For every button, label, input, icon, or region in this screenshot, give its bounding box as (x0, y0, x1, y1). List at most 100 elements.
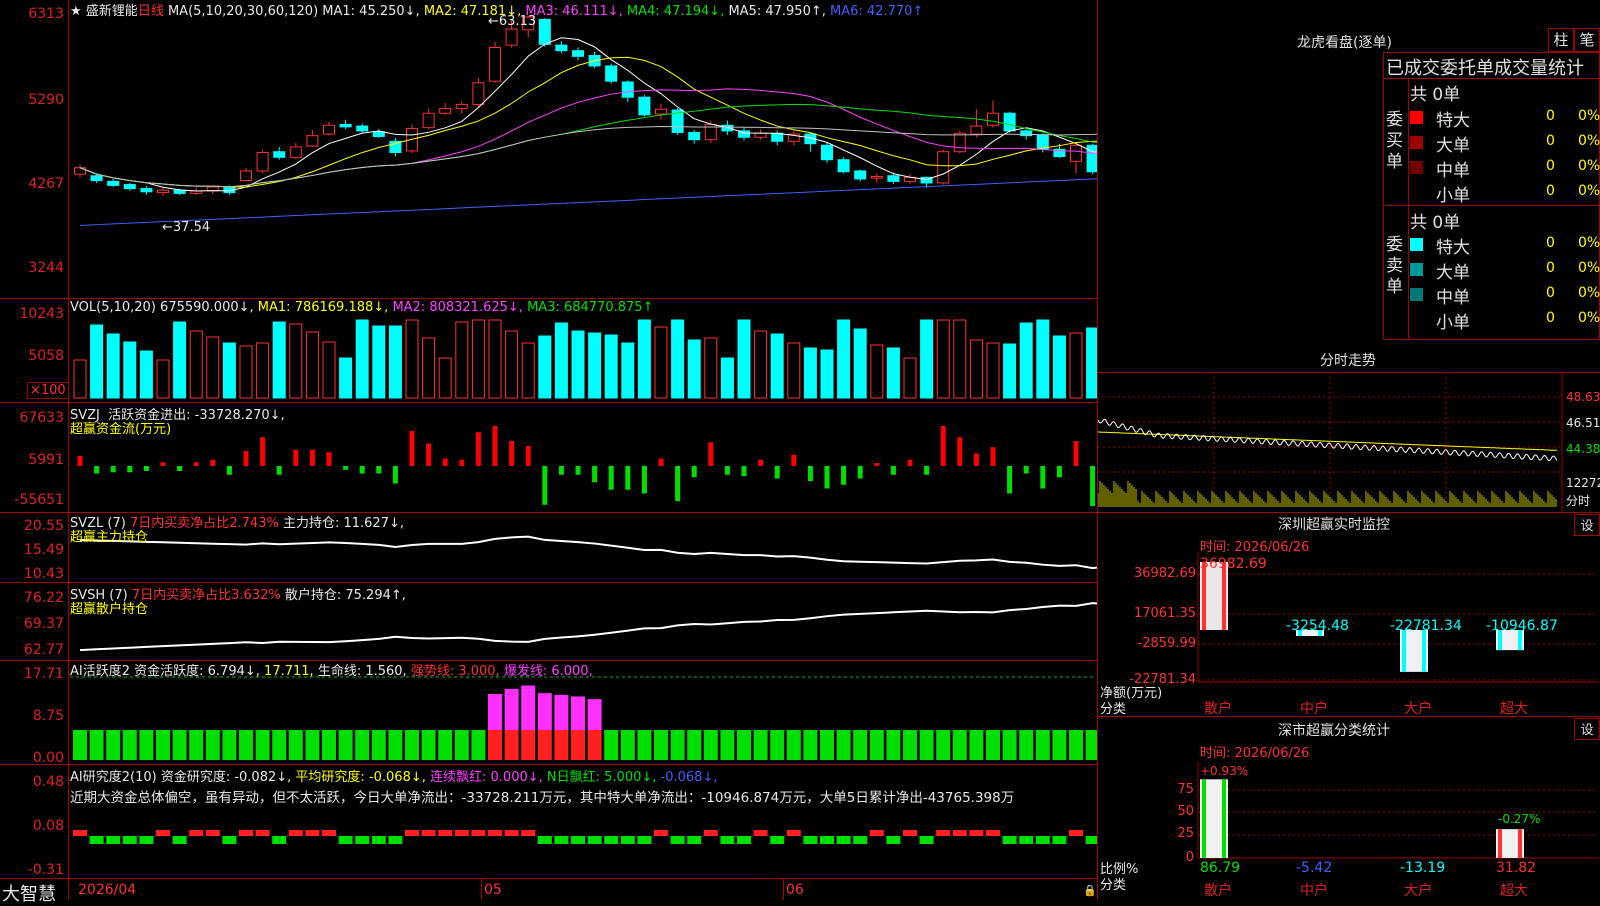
research-bar (471, 830, 486, 836)
research-bar (770, 836, 785, 844)
tick-mode-button[interactable]: 笔 (1574, 28, 1600, 52)
period-label[interactable]: 日线 (138, 4, 164, 19)
research-bar (504, 830, 519, 836)
sz-settings-button[interactable]: 设 (1574, 514, 1600, 536)
fund-flow-bar (691, 466, 697, 478)
activity-bar (305, 730, 320, 760)
color-swatch (1410, 111, 1423, 124)
lock-icon[interactable]: 🔒 (1083, 884, 1097, 897)
sh-settings-button[interactable]: 设 (1574, 718, 1600, 740)
volume-bar (173, 321, 187, 399)
fund-flow-bar (1056, 466, 1062, 478)
volume-bar (637, 319, 651, 399)
percent-value: 0% (1578, 183, 1600, 199)
activity-bar (388, 730, 403, 760)
fund-flow-bar (77, 456, 83, 466)
sz-xlabel: 分类 (1100, 702, 1127, 717)
bar-mode-button[interactable]: 柱 (1548, 28, 1574, 52)
fund-flow-bar (343, 466, 349, 470)
activity-bar (338, 730, 353, 760)
research-bar (388, 836, 403, 844)
sh-bar-超大 (1496, 829, 1524, 858)
color-swatch (1410, 161, 1423, 174)
vol-unit-button[interactable]: ×100 (27, 382, 69, 399)
sell-label: 中单 (1436, 288, 1470, 308)
research-bar (106, 836, 121, 844)
svzl-axis-tick: 20.55 (23, 518, 64, 534)
volume-bar (886, 347, 900, 399)
research-bar (720, 836, 735, 844)
fund-flow-bar (459, 459, 465, 466)
sell-label: 大单 (1436, 263, 1470, 283)
candle-body (837, 159, 850, 173)
candle-body (273, 151, 286, 158)
sh-category-label: 散户 (1204, 883, 1232, 899)
activity-bar (886, 730, 901, 760)
fund-flow-bar (409, 431, 415, 466)
fund-flow-bar (924, 466, 930, 475)
volume-bar (73, 359, 87, 399)
volume-bar (505, 330, 519, 399)
fund-flow-bar (542, 466, 548, 505)
activity-bar (272, 730, 287, 760)
fund-flow-bar (509, 441, 515, 466)
fund-flow-bar (110, 466, 116, 473)
fund-flow-bar (309, 449, 315, 466)
candle-body (90, 175, 103, 182)
research-bar (786, 830, 801, 836)
sz-axis-tick: 36982.69 (1133, 566, 1196, 581)
research-bar (803, 836, 818, 844)
fund-flow-bar (973, 453, 979, 466)
activity-bar (571, 730, 585, 760)
sz-category-label: 超大 (1500, 701, 1528, 717)
volume-bar (687, 339, 701, 399)
intraday-vol-tick: 12272 (1566, 476, 1600, 490)
activity-bar (189, 730, 204, 760)
kline-chart[interactable] (0, 0, 1098, 900)
volume-bar (521, 342, 535, 399)
research-bar (189, 830, 204, 836)
research-bar (521, 830, 536, 836)
candle-body (422, 112, 435, 129)
research-bar (488, 830, 502, 836)
research-bar (820, 836, 834, 844)
research-bar (239, 830, 253, 836)
fund-flow-bar (160, 462, 166, 466)
svzj-subtitle: 超赢资金流(万元) (70, 422, 172, 437)
intraday-title: 分时走势 (1320, 353, 1376, 369)
fund-flow-bar (426, 443, 432, 466)
sh-bar-散户 (1200, 779, 1228, 858)
activity-bar (654, 730, 668, 760)
volume-bar (372, 325, 386, 399)
research-bar (438, 830, 453, 836)
retail-holding-line (79, 602, 1098, 652)
candle-body (970, 125, 983, 135)
research-bar (371, 836, 386, 844)
sh-category-label: 中户 (1300, 883, 1328, 899)
brand-logo: 大智慧 (2, 884, 56, 905)
activity-bar (288, 730, 303, 760)
volume-bar (870, 344, 884, 399)
activity-bar (986, 730, 1000, 760)
high-price-label: ←63.13 (488, 14, 537, 29)
activity-bar (820, 730, 834, 760)
fund-flow-bar (758, 459, 764, 466)
sh-top-label: -0.27% (1498, 812, 1541, 826)
ai2-axis-tick: -0.31 (27, 862, 64, 878)
svzl-subtitle: 超赢主力持仓 (70, 530, 149, 545)
research-bar (919, 836, 934, 844)
activity-bar (454, 730, 469, 760)
star-icon[interactable]: ★ (70, 4, 82, 19)
intraday-chart[interactable] (1098, 372, 1600, 512)
svzj-axis-tick: 5991 (28, 452, 64, 468)
ai1-axis-tick: 0.00 (32, 750, 64, 766)
activity-bar (670, 730, 685, 760)
research-bar (969, 830, 984, 836)
svsh-axis-tick: 76.22 (23, 590, 64, 606)
volume-bar (139, 350, 153, 399)
activity-bar (471, 730, 486, 760)
count-value: 0 (1546, 133, 1555, 149)
vol-info-bar: VOL(5,10,20) 675590.000↓, MA1: 786169.18… (70, 300, 654, 315)
research-bar (139, 836, 154, 844)
activity-bar (222, 730, 237, 760)
